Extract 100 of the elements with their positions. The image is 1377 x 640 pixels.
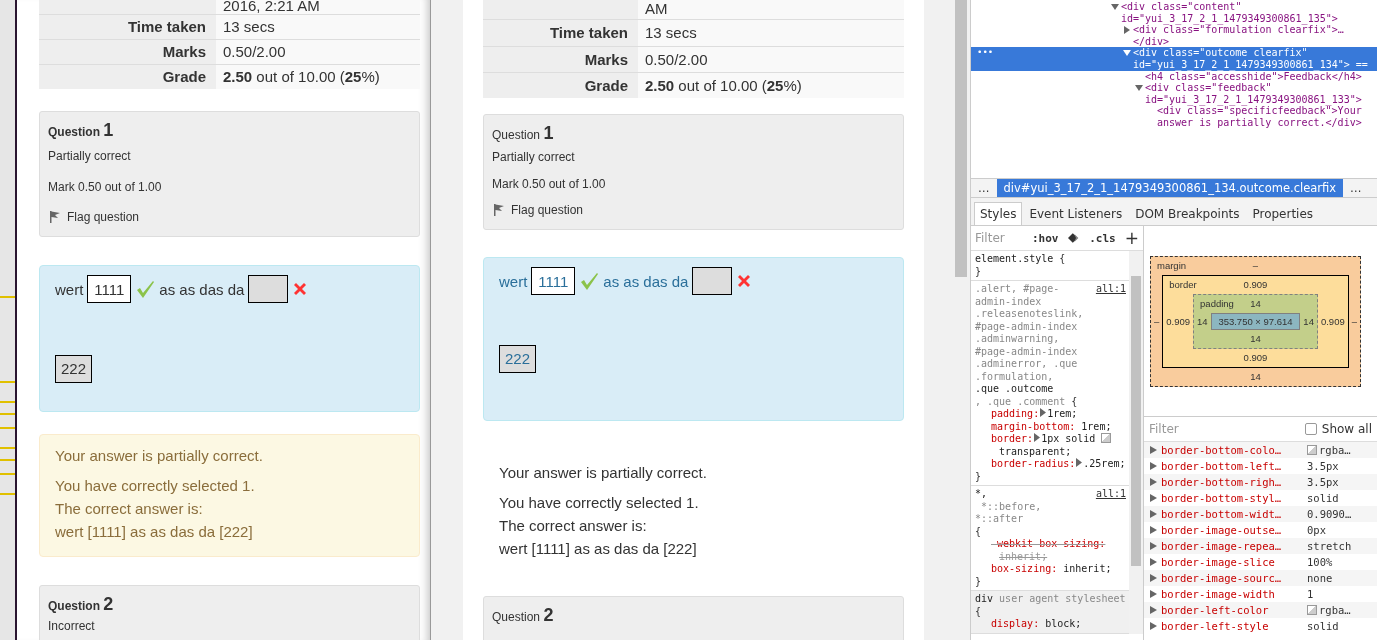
computed-property-row[interactable]: border-bottom-righ… 3.5px <box>1144 474 1377 490</box>
computed-property-row[interactable]: border-bottom-colo… rgba… <box>1144 442 1377 458</box>
computed-property-row[interactable]: border-image-sourc… none <box>1144 570 1377 586</box>
feedback-text: The correct answer is: <box>55 499 203 519</box>
dom-node[interactable]: <div class="feedback" id="yui_3_17_2_1_1479349300861_133"> <box>971 82 1377 106</box>
computed-property-row[interactable]: border-left-style solid <box>1144 618 1377 634</box>
source-link[interactable]: all:1 <box>1095 488 1126 501</box>
table-cell: 2016, 2:21 AM <box>216 0 420 14</box>
show-all-checkbox[interactable]: Show all <box>1304 422 1372 436</box>
property-name: border-bottom-righ… <box>1161 476 1283 488</box>
computed-property-row[interactable]: border-image-outse… 0px <box>1144 522 1377 538</box>
property-name: border-image-width <box>1161 588 1276 600</box>
hover-toggle[interactable]: :hov <box>1032 231 1059 245</box>
property-value: rgba… <box>1319 604 1351 616</box>
question-text: wert <box>499 272 528 290</box>
property-name: border-bottom-left… <box>1161 460 1283 472</box>
property-value: solid <box>1307 492 1339 504</box>
computed-property-row[interactable]: border-image-slice 100% <box>1144 554 1377 570</box>
panel-tab[interactable]: Styles <box>974 202 1023 225</box>
computed-property-row[interactable]: border-bottom-left… 3.5px <box>1144 458 1377 474</box>
property-value: rgba… <box>1319 444 1351 456</box>
question-heading: Question 1 <box>492 123 554 144</box>
table-header-cell: Time taken <box>39 15 216 39</box>
panel-tab[interactable]: Properties <box>1246 202 1320 225</box>
property-value: 0.9090… <box>1307 508 1352 520</box>
table-header-cell: Marks <box>39 40 216 64</box>
table-header-cell: Grade <box>39 65 216 89</box>
css-declaration: display: block; <box>990 618 1083 631</box>
breadcrumb[interactable]: div#yui_3_17_2_1_1479349300861_134.outcome.clearfix <box>996 179 1344 197</box>
computed-property-row[interactable]: border-bottom-styl… solid <box>1144 490 1377 506</box>
question-text: wert <box>55 280 84 298</box>
css-selector: *, <box>975 488 988 501</box>
css-selector: , .que .comment <box>975 395 1066 408</box>
property-value: 3.5px <box>1307 476 1339 488</box>
table-header-cell: Time taken <box>483 20 638 46</box>
dom-node[interactable]: <div class="content" id="yui_3_17_2_1_1479349300861_135"> <box>971 1 1377 25</box>
table-cell: 0.50/2.00 <box>638 47 904 72</box>
add-rule-button[interactable]: + <box>1124 228 1139 248</box>
property-name: border-image-slice <box>1161 556 1276 568</box>
question-state: Partially correct <box>48 149 131 163</box>
box-model-margin: margin – – border 0.909 0.909 padding 14 14 353.750 × 97.614 14 14 0.909 0.909 – 14 <box>1150 255 1361 387</box>
rule-brace: } <box>975 575 983 588</box>
property-name: border-bottom-styl… <box>1161 492 1283 504</box>
css-declaration: border: 1px solid transparent; <box>975 433 1126 458</box>
css-declaration: padding: 1rem; <box>990 408 1079 421</box>
question-heading: Question 1 <box>48 120 114 141</box>
rule-brace: { <box>1071 395 1078 408</box>
breadcrumb[interactable]: … <box>1343 179 1369 197</box>
stylesheet-origin: user agent stylesheet <box>999 593 1126 606</box>
box-model-border: border 0.909 0.909 padding 14 14 353.750 × 97.614 14 14 0.909 0.909 <box>1162 274 1349 368</box>
feedback-text: wert [1111] as as das da [222] <box>55 522 253 542</box>
rule-brace: { <box>975 605 982 618</box>
rule-brace: } <box>975 470 983 483</box>
dom-node[interactable]: <div class="specificfeedback">Your answer is partially correct.</div> <box>971 105 1377 129</box>
computed-property-row[interactable]: border-bottom-widt… 0.9090… <box>1144 506 1377 522</box>
feedback-text: Your answer is partially correct. <box>55 446 263 466</box>
answer-field[interactable]: 1111 <box>87 275 132 303</box>
question-state: Incorrect <box>48 619 95 633</box>
feedback-text: The correct answer is: <box>499 516 647 536</box>
computed-property-row[interactable]: border-image-repea… stretch <box>1144 538 1377 554</box>
table-cell: 0.50/2.00 <box>216 40 420 64</box>
property-name: border-left-color <box>1161 604 1270 616</box>
property-value: 100% <box>1307 556 1333 568</box>
feedback-text: You have correctly selected 1. <box>499 493 699 513</box>
feedback-text: Your answer is partially correct. <box>499 463 707 483</box>
feedback-text: You have correctly selected 1. <box>55 476 255 496</box>
table-header-cell: Marks <box>483 47 638 72</box>
dom-node[interactable]: <div class="formulation clearfix">…</div> <box>971 24 1377 48</box>
table-cell: 13 secs <box>638 20 904 46</box>
css-selector: element.style <box>975 253 1054 266</box>
flag-question-link[interactable]: Flag question <box>48 210 140 224</box>
property-name: border-left-style <box>1161 620 1270 632</box>
answer-field[interactable]: 1111 <box>531 267 576 295</box>
dom-node[interactable]: ••• <div class="outcome clearfix" id="yui_3_17_2_1_1479349300861_134"> == <box>971 47 1377 71</box>
breadcrumb[interactable]: … <box>971 179 997 197</box>
panel-tab[interactable]: Event Listeners <box>1023 202 1129 225</box>
css-declaration: -webkit-box-sizing: inherit; <box>990 538 1107 563</box>
source-link[interactable]: all:1 <box>1095 283 1126 296</box>
filter-field[interactable]: Filter <box>1149 422 1197 436</box>
property-name: border-image-sourc… <box>1161 572 1283 584</box>
css-selector: .alert, #page-admin-index .releasenoteslink, #page-admin-index .adminwarning, #page-admin-index .adminerror, .que .formulation, <box>975 283 1085 383</box>
answer-choice[interactable]: 222 <box>499 345 537 373</box>
question-heading: Question 2 <box>48 594 114 615</box>
property-name: border-image-repea… <box>1161 540 1283 552</box>
question-text: as as das da <box>159 280 245 298</box>
filter-field[interactable]: Filter <box>975 231 1023 245</box>
property-value: 1 <box>1307 588 1314 600</box>
css-declaration: margin-bottom: 1rem; <box>990 420 1113 433</box>
computed-property-row[interactable]: border-image-width 1 <box>1144 586 1377 602</box>
flag-question-link[interactable]: Flag question <box>492 203 584 217</box>
panel-tab[interactable]: DOM Breakpoints <box>1129 202 1246 225</box>
question-mark: Mark 0.50 out of 1.00 <box>48 180 162 194</box>
computed-property-row[interactable]: border-left-color rgba… <box>1144 602 1377 618</box>
table-cell: 2.50 out of 10.00 (25%) <box>638 73 904 98</box>
property-value: solid <box>1307 620 1339 632</box>
dom-node[interactable]: <h4 class="accesshide">Feedback</h4> <box>971 70 1377 83</box>
answer-choice[interactable]: 222 <box>55 355 93 383</box>
property-value: none <box>1307 572 1333 584</box>
class-toggle[interactable]: .cls <box>1089 231 1116 245</box>
question-mark: Mark 0.50 out of 1.00 <box>492 177 606 191</box>
